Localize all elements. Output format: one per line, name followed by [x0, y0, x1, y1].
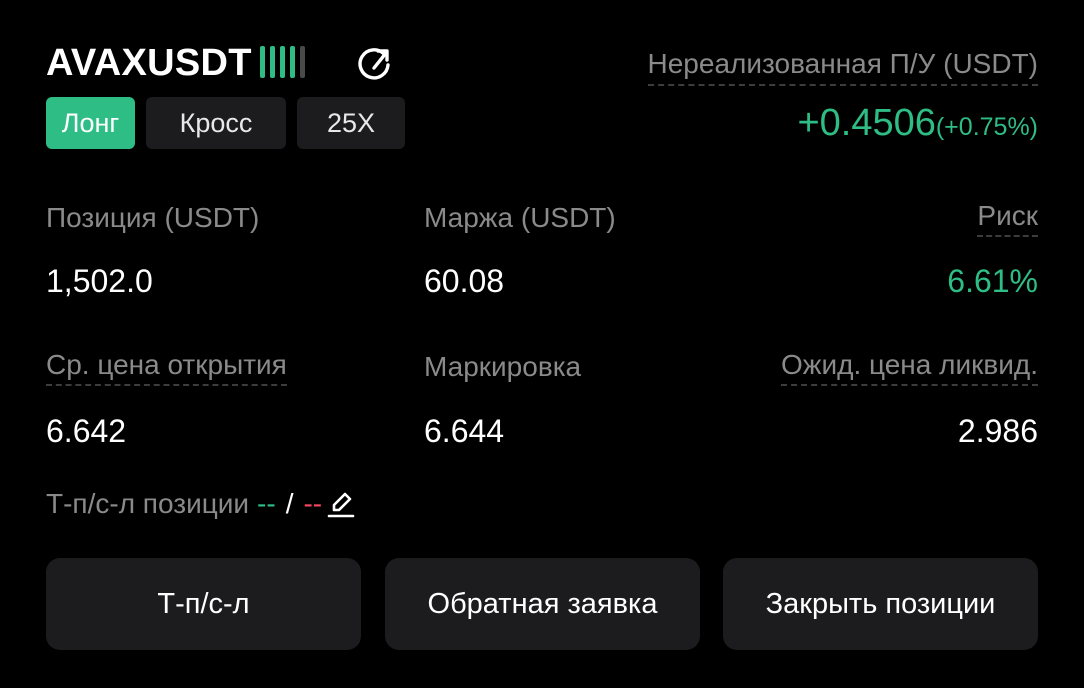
mark-price-value: 6.644	[424, 413, 505, 449]
close-position-button[interactable]: Закрыть позиции	[723, 558, 1038, 650]
stop-loss-value: --	[303, 488, 323, 519]
side-badge: Лонг	[46, 97, 135, 149]
edit-icon[interactable]	[326, 489, 356, 519]
pnl-amount: +0.4506	[797, 102, 936, 144]
tpsl-separator: /	[285, 488, 294, 519]
unrealized-pnl-label[interactable]: Нереализованная П/У (USDT)	[647, 46, 1038, 86]
symbol-title[interactable]: AVAXUSDT	[46, 40, 252, 86]
reverse-order-button[interactable]: Обратная заявка	[385, 558, 700, 650]
unrealized-pnl-value: +0.4506(+0.75%)	[797, 100, 1038, 154]
avg-open-price-label[interactable]: Ср. цена открытия	[46, 348, 287, 386]
margin-label: Маржа (USDT)	[424, 202, 616, 233]
liquidation-price-value: 2.986	[957, 413, 1038, 449]
pnl-percent: (+0.75%)	[935, 113, 1038, 141]
risk-value: 6.61%	[947, 263, 1038, 299]
leverage-badge[interactable]: 25X	[297, 97, 405, 149]
take-profit-value: --	[257, 488, 276, 519]
position-card: AVAXUSDT Лонг Кросс 25X Нереализованная …	[0, 0, 1084, 688]
share-icon[interactable]	[354, 45, 394, 83]
tpsl-button[interactable]: Т-п/с-л	[46, 558, 361, 650]
position-size-label: Позиция (USDT)	[46, 202, 260, 233]
avg-open-price-value: 6.642	[46, 413, 127, 449]
mark-price-label: Маркировка	[424, 351, 582, 382]
margin-mode-badge[interactable]: Кросс	[146, 97, 286, 149]
position-tags: Лонг Кросс 25X	[46, 97, 405, 149]
position-size-value: 1,502.0	[46, 263, 153, 299]
liquidation-price-label[interactable]: Ожид. цена ликвид.	[780, 348, 1038, 386]
risk-label[interactable]: Риск	[977, 199, 1038, 237]
margin-value: 60.08	[424, 263, 505, 299]
position-tpsl-row: Т-п/с-л позиции -- / --	[46, 486, 356, 522]
signal-bars-icon	[260, 46, 305, 78]
tpsl-label: Т-п/с-л позиции	[46, 488, 250, 519]
